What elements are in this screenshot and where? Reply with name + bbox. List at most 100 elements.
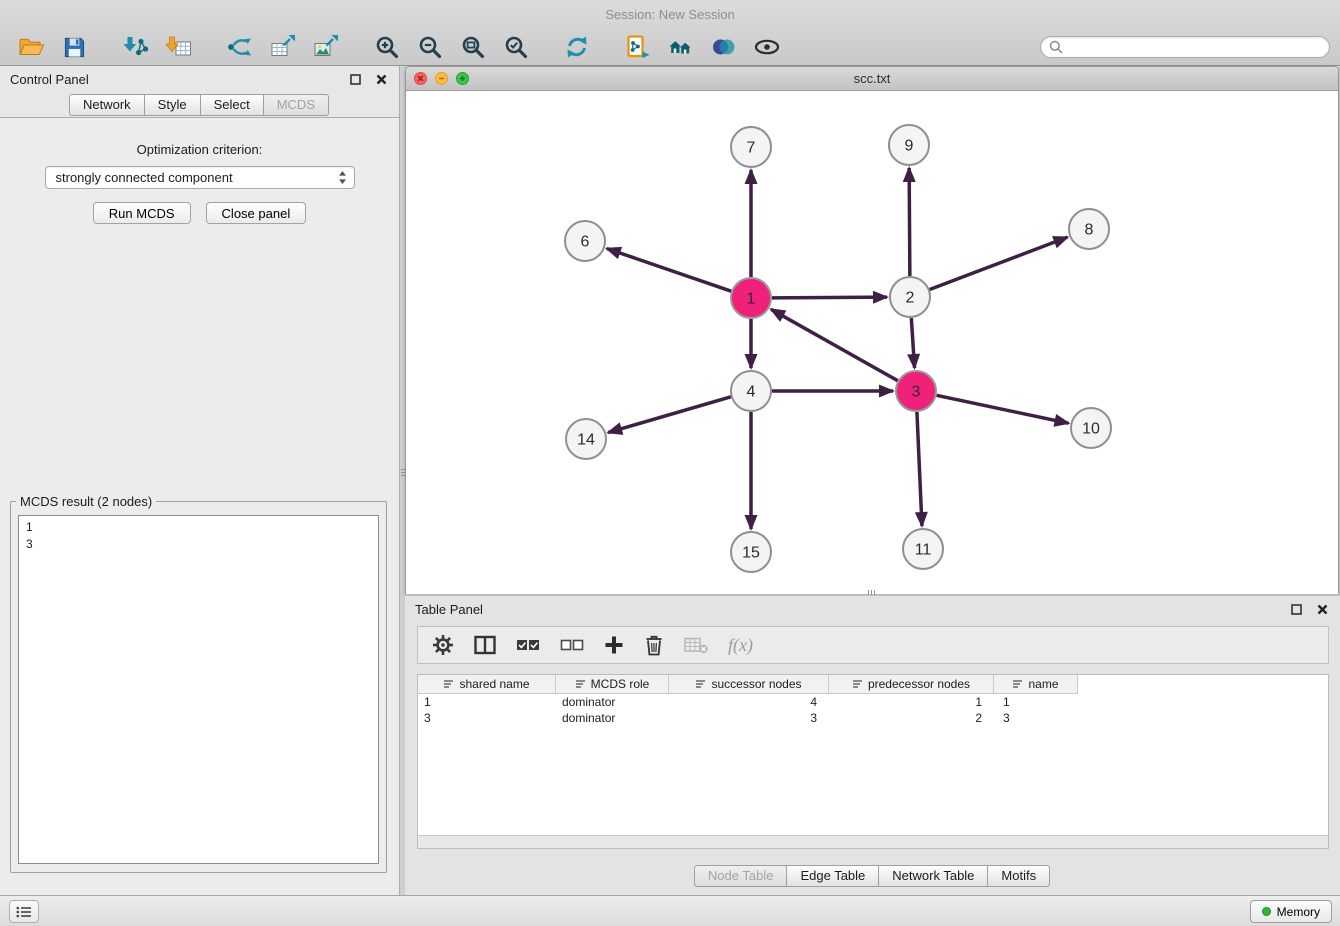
graph-edge-2-9[interactable] [909,168,910,276]
show-columns-button[interactable] [474,630,496,660]
import-network-button[interactable] [114,30,157,64]
tab-motifs[interactable]: Motifs [987,865,1050,887]
column-header-mcds-role[interactable]: MCDS role [556,675,669,694]
table-settings-button[interactable] [432,630,454,660]
optimization-criterion-dropdown[interactable]: strongly connected component [45,166,355,189]
tab-network[interactable]: Network [69,94,145,116]
network-canvas[interactable]: 1234678910111415 [406,91,1338,594]
graph-edge-3-10[interactable] [937,395,1069,423]
vertical-splitter-grip[interactable] [400,460,406,484]
save-session-button[interactable] [53,30,96,64]
export-image-icon [313,35,339,59]
window-titlebar[interactable]: Session: New Session [0,0,1340,28]
column-header-predecessor-nodes[interactable]: predecessor nodes [829,675,994,694]
cell-predecessor-nodes[interactable]: 1 [829,694,994,710]
table-horizontal-scrollbar[interactable] [418,835,1328,848]
import-network-icon [123,35,149,59]
delete-column-button[interactable] [644,630,664,660]
show-hide-button[interactable] [745,30,788,64]
close-table-panel-button[interactable] [1314,601,1330,617]
graph-edge-3-11[interactable] [917,412,922,526]
share-network-button[interactable] [218,30,261,64]
close-panel-button-2[interactable]: Close panel [206,202,307,224]
deselect-all-columns-button[interactable] [560,630,584,660]
open-folder-icon [18,35,45,59]
tab-style[interactable]: Style [144,94,201,116]
column-header-shared-name[interactable]: shared name [418,675,556,694]
create-column-button[interactable] [604,630,624,660]
table-panel-title: Table Panel [415,602,483,617]
sort-icon [575,679,586,689]
cell-predecessor-nodes[interactable]: 2 [829,710,994,726]
cell-mcds-role[interactable]: dominator [556,694,669,710]
home-neighbors-button[interactable] [659,30,702,64]
zoom-window-button[interactable] [456,72,469,85]
minimize-window-button[interactable] [435,72,448,85]
close-panel-button[interactable] [373,71,389,87]
sort-icon [695,679,706,689]
zoom-selected-button[interactable] [494,30,537,64]
column-header-name[interactable]: name [994,675,1078,694]
zoom-out-button[interactable] [408,30,451,64]
tab-edge-table[interactable]: Edge Table [786,865,879,887]
delete-table-button[interactable] [684,630,708,660]
mcds-result-list[interactable]: 1 3 [18,515,379,864]
cell-successor-nodes[interactable]: 3 [669,710,829,726]
graph-edge-3-1[interactable] [771,309,898,380]
eye-icon [754,37,780,57]
float-panel-button[interactable] [347,71,363,87]
network-window-titlebar[interactable]: scc.txt [406,67,1338,91]
export-table-button[interactable] [261,30,304,64]
import-table-button[interactable] [157,30,200,64]
search-icon [1049,40,1063,54]
graph-edge-2-8[interactable] [930,237,1068,289]
zoom-fit-button[interactable] [451,30,494,64]
close-icon [1317,604,1328,615]
network-window-title: scc.txt [406,71,1338,86]
run-mcds-button[interactable]: Run MCDS [93,202,191,224]
cell-name[interactable]: 1 [994,694,1078,710]
window-title: Session: New Session [605,7,734,22]
zoom-in-button[interactable] [365,30,408,64]
refresh-layout-button[interactable] [555,30,598,64]
open-session-button[interactable] [10,30,53,64]
graph-edge-2-3[interactable] [911,318,914,368]
network-document-button[interactable] [616,30,659,64]
cell-shared-name[interactable]: 3 [418,710,556,726]
cell-shared-name[interactable]: 1 [418,694,556,710]
tab-node-table[interactable]: Node Table [694,865,788,887]
save-icon [63,36,86,59]
table-row[interactable]: 3 dominator 3 2 3 [418,710,1328,726]
filter-button[interactable] [702,30,745,64]
graph-node-label-8: 8 [1085,222,1094,239]
graph-edge-1-2[interactable] [772,297,887,298]
column-header-successor-nodes[interactable]: successor nodes [669,675,829,694]
trash-icon [644,634,664,656]
table-row[interactable]: 1 dominator 4 1 1 [418,694,1328,710]
close-glyph-icon [417,75,424,82]
mcds-buttons-row: Run MCDS Close panel [0,202,399,224]
close-window-button[interactable] [414,72,427,85]
cell-name[interactable]: 3 [994,710,1078,726]
toolbar-search[interactable] [1040,36,1330,58]
tab-network-table[interactable]: Network Table [878,865,988,887]
select-all-columns-button[interactable] [516,630,540,660]
tab-mcds[interactable]: MCDS [263,94,329,116]
horizontal-splitter-grip[interactable] [860,589,882,595]
float-table-panel-button[interactable] [1288,601,1304,617]
toolbar-search-input[interactable] [1068,40,1321,54]
function-builder-button[interactable]: f(x) [728,630,753,660]
cell-mcds-role[interactable]: dominator [556,710,669,726]
graph-edge-1-6[interactable] [607,248,731,291]
memory-button[interactable]: Memory [1250,900,1332,923]
mcds-result-title: MCDS result (2 nodes) [16,494,156,509]
refresh-icon [564,35,590,59]
cell-successor-nodes[interactable]: 4 [669,694,829,710]
graph-node-label-1: 1 [747,291,756,308]
graph-node-label-2: 2 [906,290,915,307]
network-svg[interactable]: 1234678910111415 [406,91,1338,594]
graph-edge-4-14[interactable] [608,397,731,433]
tab-select[interactable]: Select [200,94,264,116]
export-image-button[interactable] [304,30,347,64]
task-history-button[interactable] [9,900,39,923]
